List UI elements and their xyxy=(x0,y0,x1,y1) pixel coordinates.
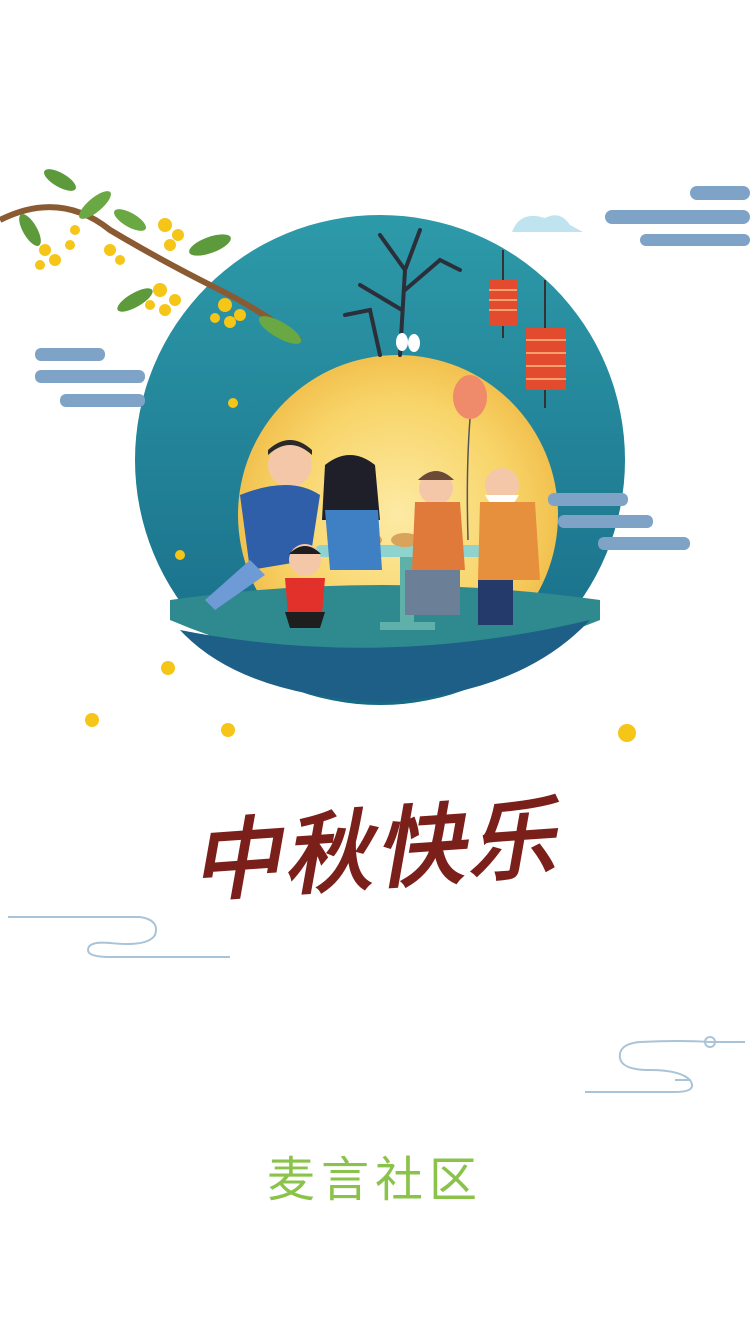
cloud-icon xyxy=(605,186,750,246)
cloud-icon xyxy=(585,1036,745,1093)
mid-autumn-illustration xyxy=(0,169,750,742)
greeting-text: 中秋快乐 xyxy=(187,785,562,915)
cloud-icon xyxy=(35,348,145,407)
brand-name: 麦言社区 xyxy=(266,1152,483,1208)
cloud-icon xyxy=(8,916,230,958)
greeting-calligraphy: 中秋快乐 xyxy=(180,770,600,970)
cloud-icon xyxy=(512,215,583,232)
